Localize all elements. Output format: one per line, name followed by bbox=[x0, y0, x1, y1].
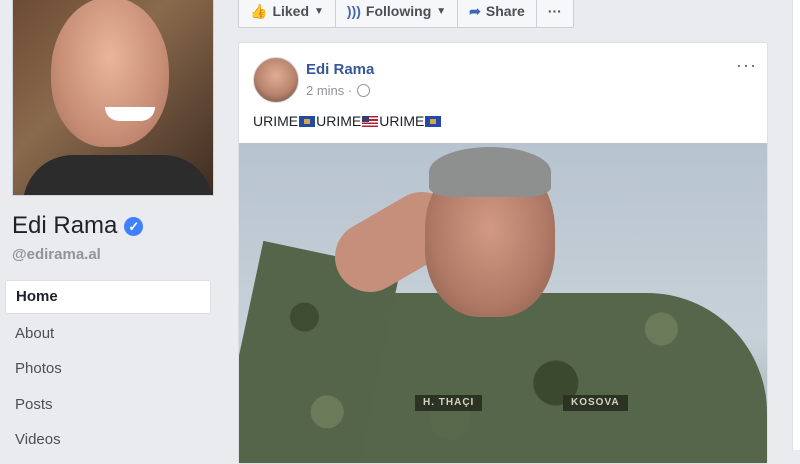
chevron-down-icon: ▼ bbox=[436, 5, 447, 17]
following-label: Following bbox=[365, 3, 432, 19]
left-nav: Home About Photos Posts Videos bbox=[5, 280, 211, 460]
profile-photo-face bbox=[51, 0, 169, 147]
nav-item-photos[interactable]: Photos bbox=[5, 353, 211, 385]
profile-photo-shirt bbox=[23, 155, 213, 195]
photo-man-hair bbox=[429, 147, 551, 197]
right-column bbox=[792, 0, 800, 450]
post-text-segment: URIME bbox=[379, 113, 425, 129]
verified-badge-icon: ✓ bbox=[124, 216, 144, 236]
nav-item-home[interactable]: Home bbox=[5, 280, 211, 314]
nav-item-videos[interactable]: Videos bbox=[5, 424, 211, 456]
page-action-bar: 👍 Liked ▼ ))) Following ▼ ➦ Share ··· bbox=[238, 0, 574, 28]
post-time-dot: · bbox=[344, 83, 353, 98]
page-handle[interactable]: @edirama.al bbox=[12, 246, 101, 263]
post-photo[interactable]: H. THAÇI KOSOVA bbox=[239, 143, 767, 463]
profile-photo[interactable] bbox=[12, 0, 214, 196]
nav-item-posts[interactable]: Posts bbox=[5, 389, 211, 421]
liked-button[interactable]: 👍 Liked ▼ bbox=[239, 0, 336, 27]
rss-feed-icon: ))) bbox=[346, 3, 361, 19]
kosovo-flag-icon bbox=[299, 115, 316, 127]
kosovo-flag-icon bbox=[425, 115, 442, 127]
post-time-text: 2 mins bbox=[306, 83, 345, 98]
uniform-country-tag: KOSOVA bbox=[563, 395, 628, 411]
page-name[interactable]: Edi Rama ✓ bbox=[12, 212, 144, 240]
share-label: Share bbox=[485, 3, 525, 19]
page-name-text: Edi Rama bbox=[12, 212, 118, 239]
nav-item-about[interactable]: About bbox=[5, 318, 211, 350]
post-text-segment: URIME bbox=[253, 113, 299, 129]
more-options-button[interactable]: ··· bbox=[537, 0, 573, 27]
following-button[interactable]: ))) Following ▼ bbox=[336, 0, 459, 27]
author-name[interactable]: Edi Rama bbox=[306, 61, 374, 78]
globe-icon bbox=[357, 84, 371, 97]
post-options-menu[interactable]: ··· bbox=[736, 55, 757, 76]
chevron-down-icon: ▼ bbox=[314, 5, 324, 17]
uniform-name-tag: H. THAÇI bbox=[415, 395, 483, 411]
post-text-segment: URIME bbox=[316, 113, 362, 129]
author-avatar[interactable] bbox=[253, 57, 299, 103]
share-button[interactable]: ➦ Share bbox=[458, 0, 537, 27]
post-timestamp[interactable]: 2 mins · bbox=[306, 83, 371, 98]
more-options-icon: ··· bbox=[547, 3, 562, 19]
share-arrow-icon: ➦ bbox=[469, 2, 481, 19]
liked-label: Liked bbox=[272, 3, 310, 19]
post-card: Edi Rama 2 mins · ··· URIME URIME URIME … bbox=[238, 42, 768, 464]
post-text: URIME URIME URIME bbox=[253, 113, 442, 129]
profile-photo-smile bbox=[105, 107, 155, 121]
usa-flag-icon bbox=[362, 115, 379, 127]
thumbs-up-icon: 👍 bbox=[250, 2, 268, 19]
